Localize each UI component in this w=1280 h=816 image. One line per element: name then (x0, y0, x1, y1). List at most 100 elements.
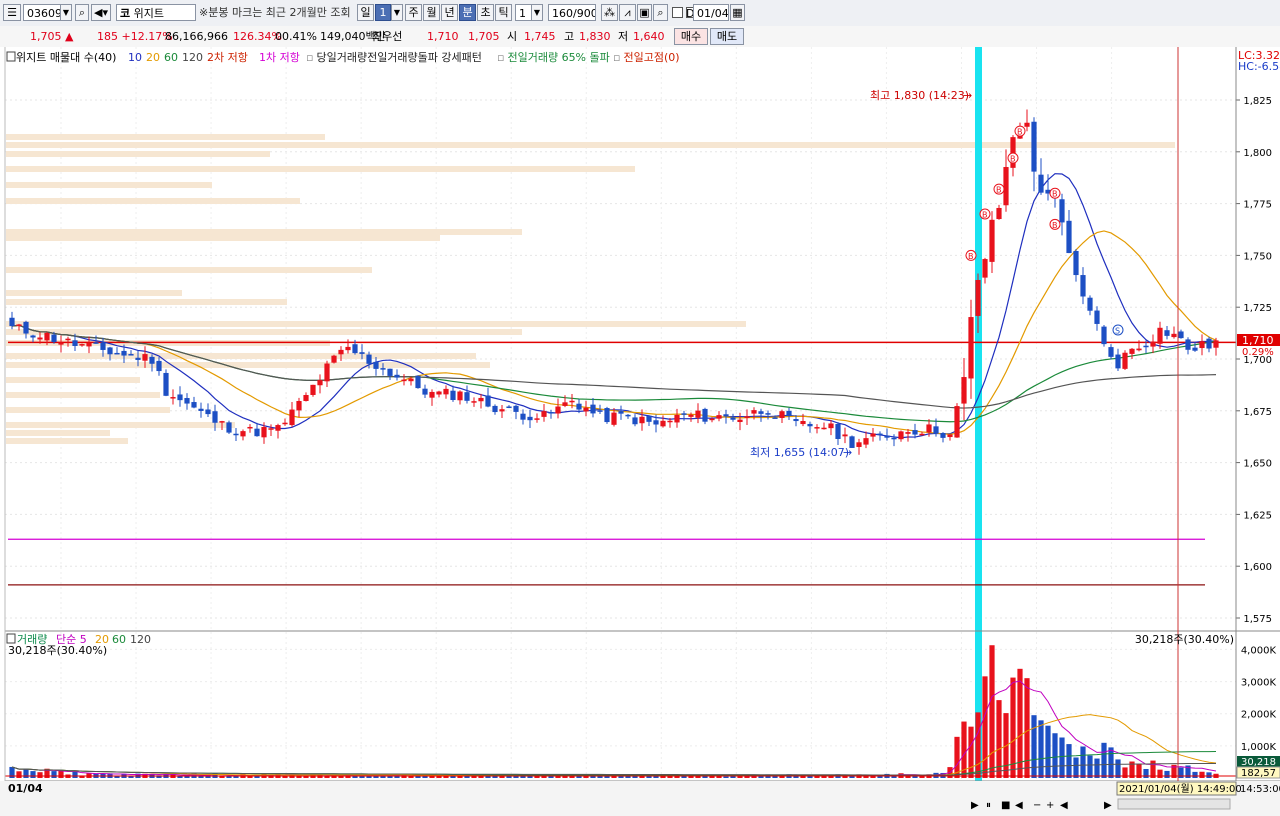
price-tag-text: 1,710 (1242, 334, 1274, 347)
candle-body (1150, 341, 1156, 347)
legend-ma-120: 120 (182, 51, 203, 64)
volume-bar (1024, 678, 1030, 778)
candle-body (1129, 348, 1135, 354)
scroll-prev-icon[interactable]: ◀ (1015, 800, 1023, 811)
candle-body (1185, 339, 1191, 350)
period-year-button[interactable]: 년 (441, 4, 458, 21)
legend-resistance-2: 2차 저항 (207, 51, 248, 64)
code-dropdown-icon[interactable]: ▼ (60, 4, 72, 21)
trend-icon[interactable]: ⩘ (619, 4, 636, 21)
volume-bar (968, 726, 974, 778)
candle-body (457, 391, 463, 401)
volume-bar (1206, 772, 1212, 778)
candle-body (121, 350, 127, 356)
menu-icon[interactable]: ☰ (3, 4, 21, 21)
period-month-button[interactable]: 월 (423, 4, 440, 21)
candle-body (359, 352, 365, 354)
buy-signal-letter: B (996, 186, 1002, 195)
period-week-button[interactable]: 주 (405, 4, 422, 21)
candle-body (681, 413, 687, 415)
legend-resistance-1: 1차 저항 (259, 51, 300, 64)
candle-body (842, 434, 848, 437)
candle-body (758, 411, 764, 414)
candle-body (1164, 330, 1170, 336)
volume-legend-ma-60: 60 (112, 633, 126, 646)
candle-body (16, 324, 22, 326)
candle-body (989, 219, 995, 262)
candle-body (1059, 199, 1065, 223)
zoom-in-icon[interactable]: + (1046, 800, 1054, 811)
calendar-icon[interactable]: ▦ (730, 4, 745, 21)
period-day-button[interactable]: 일 (357, 4, 374, 21)
y-tick-label: 1,800 (1243, 148, 1272, 159)
zoom-icon[interactable]: ⌕ (653, 4, 668, 21)
volume-bar (1066, 744, 1072, 778)
stock-name-field[interactable]: 코 위지트 (116, 4, 196, 21)
period-minute-button[interactable]: 분 (459, 4, 476, 21)
date-input[interactable]: 01/04 (693, 4, 729, 21)
volume-profile-bar (6, 321, 746, 327)
volume-bar (744, 776, 750, 778)
candle-body (219, 421, 225, 423)
candle-body (919, 433, 925, 436)
scroll-stop-icon[interactable]: ■ (1001, 800, 1010, 811)
save-icon[interactable]: ▣ (637, 4, 652, 21)
scroll-track[interactable] (1117, 798, 1231, 810)
candle-body (247, 426, 253, 429)
period-value[interactable]: 1 (375, 4, 391, 21)
period-second-button[interactable]: 초 (477, 4, 494, 21)
volume-profile-bar (6, 151, 270, 157)
scroll-left-icon[interactable]: ◀ (1060, 800, 1068, 811)
date-label: 01/04 (8, 782, 43, 795)
candle-body (254, 428, 260, 437)
pct-tag: 0.29% (1242, 347, 1274, 358)
candle-body (184, 398, 190, 404)
candle-body (471, 401, 477, 403)
candle-body (226, 422, 232, 433)
count-input[interactable]: 160/900 (548, 4, 596, 21)
volume-bar (1094, 758, 1100, 778)
candle-body (1031, 121, 1037, 172)
candle-body (674, 414, 680, 423)
volume-bar (30, 771, 36, 778)
legend-ma-60: 60 (164, 51, 178, 64)
zoom-out-icon[interactable]: − (1033, 800, 1041, 811)
chart-type-icon[interactable]: ⁂ (601, 4, 618, 21)
candle-body (1157, 327, 1163, 344)
candle-body (604, 408, 610, 423)
candle-body (737, 419, 743, 423)
candle-body (611, 412, 617, 425)
candle-body (149, 356, 155, 364)
volume-profile-bar (6, 134, 325, 140)
price-chart[interactable]: BBBBBBBS 1,8251,8001,7751,7501,7251,7001… (0, 47, 1280, 816)
period-dropdown-icon[interactable]: ▼ (391, 4, 403, 21)
speaker-icon[interactable]: ◀▾ (91, 4, 111, 21)
candle-body (268, 428, 274, 430)
candle-body (156, 360, 162, 372)
volume-profile-bar (6, 362, 490, 368)
candle-body (128, 354, 134, 356)
scroll-right-icon[interactable]: ▶ (1104, 800, 1112, 811)
candle-body (1080, 275, 1086, 297)
volume-profile-bar (6, 422, 235, 428)
scroll-play-icon[interactable]: ▶ (971, 800, 979, 811)
candle-body (310, 384, 316, 395)
volume-bar (1143, 768, 1149, 778)
volume-bar (408, 776, 414, 778)
candle-body (142, 354, 148, 361)
interval-dropdown-icon[interactable]: ▼ (531, 4, 543, 21)
buy-button[interactable]: 매수 (674, 28, 708, 45)
scroll-pause-icon[interactable]: ⏸ (986, 800, 991, 811)
fit-checkbox[interactable] (672, 7, 683, 18)
candle-body (751, 410, 757, 414)
legend-prev-volume: ▫ 전일거래량 65% 돌파 (497, 50, 610, 64)
candle-body (1101, 326, 1107, 345)
candle-body (366, 354, 372, 364)
candle-body (1171, 333, 1177, 338)
volume-bar (1108, 747, 1114, 778)
period-tick-button[interactable]: 틱 (495, 4, 512, 21)
candle-body (905, 432, 911, 434)
search-icon[interactable]: ⌕ (75, 4, 89, 21)
sell-button[interactable]: 매도 (710, 28, 744, 45)
volume-value: 86,166,966 (165, 30, 228, 43)
